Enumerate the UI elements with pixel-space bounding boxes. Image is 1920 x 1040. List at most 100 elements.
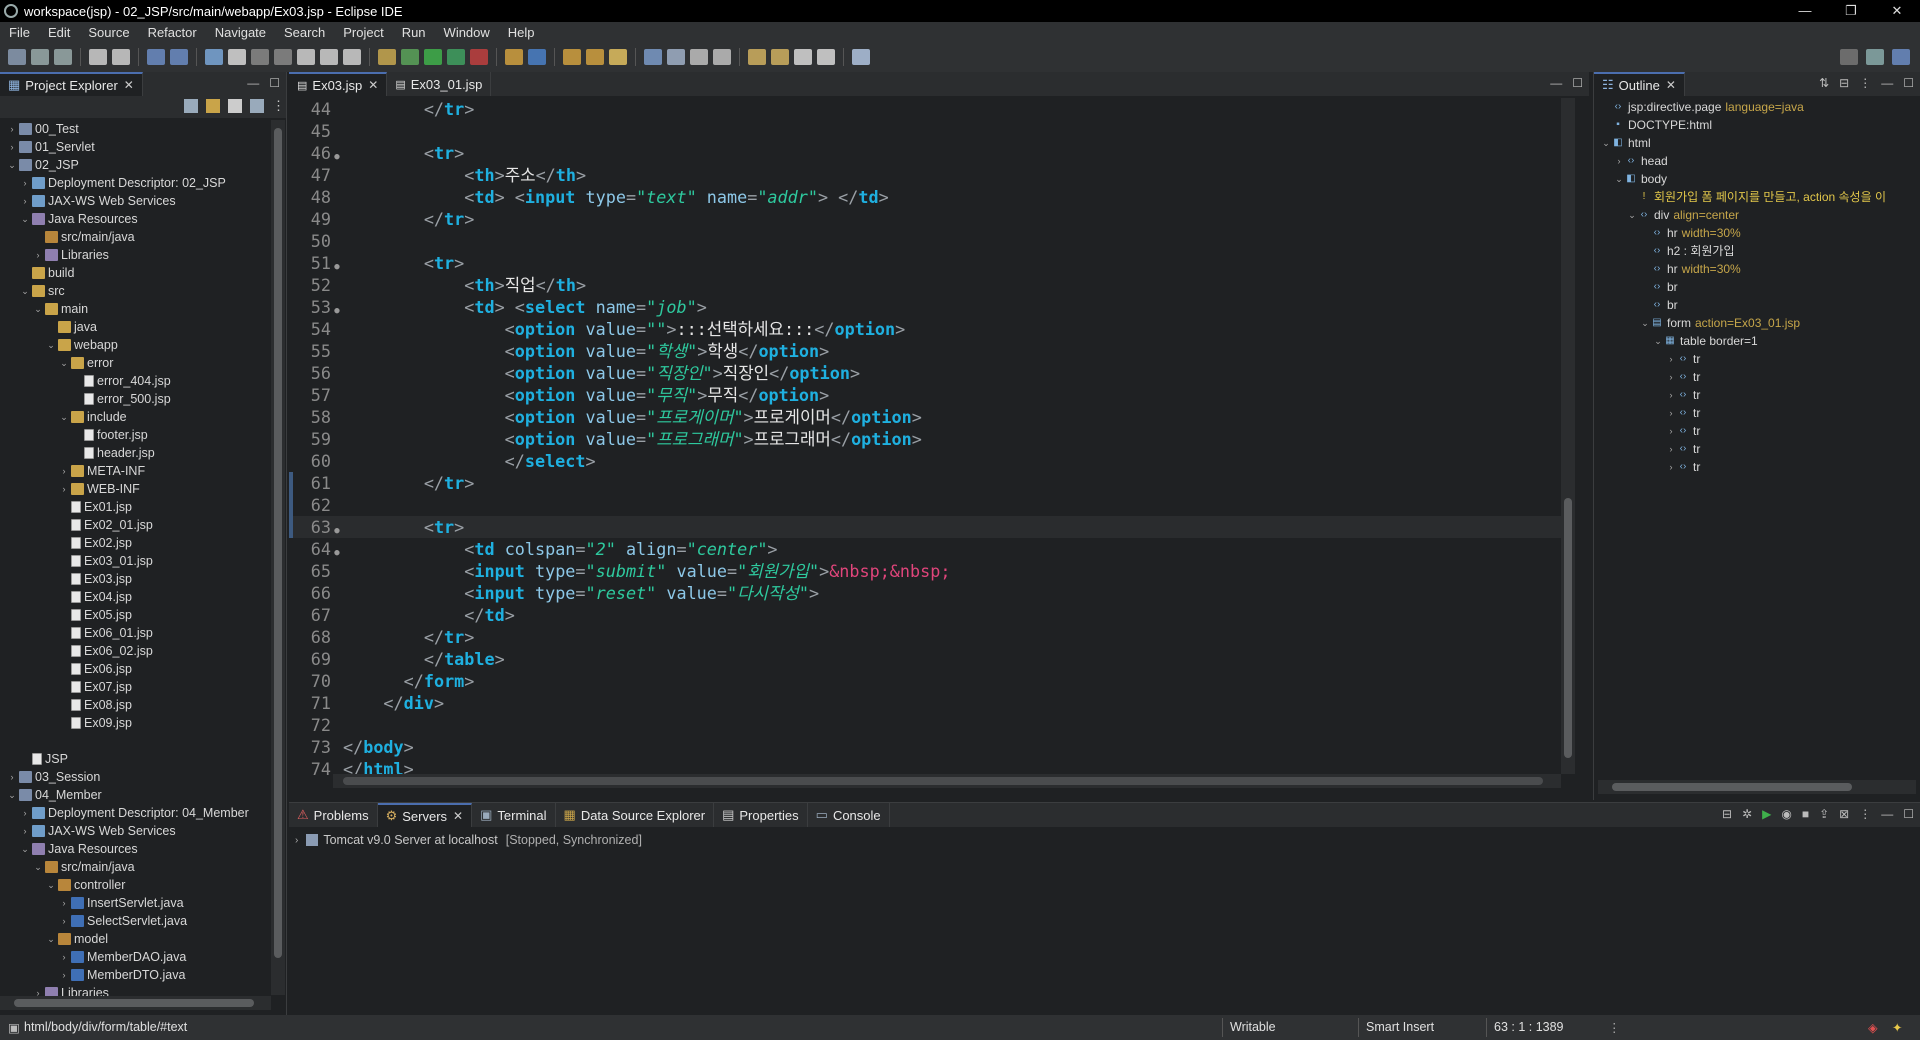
tree-item[interactable]: › SelectServlet.java bbox=[0, 912, 270, 930]
view-menu-icon[interactable]: ⋮ bbox=[1859, 76, 1871, 90]
code-line[interactable]: 50 bbox=[289, 230, 1561, 252]
tree-item[interactable]: ⌄ main bbox=[0, 300, 270, 318]
maximize-view-icon[interactable]: ☐ bbox=[269, 76, 280, 90]
close-icon[interactable]: ✕ bbox=[368, 78, 378, 92]
tree-item[interactable]: › JAX-WS Web Services bbox=[0, 822, 270, 840]
tree-item[interactable]: › Deployment Descriptor: 02_JSP bbox=[0, 174, 270, 192]
terminate-icon[interactable] bbox=[251, 49, 269, 65]
tree-item[interactable]: src/main/java bbox=[0, 228, 270, 246]
tree-item[interactable]: ⌄ model bbox=[0, 930, 270, 948]
start-server-icon[interactable]: ▶ bbox=[1762, 807, 1771, 821]
tree-item[interactable]: ⌄ error bbox=[0, 354, 270, 372]
code-line[interactable]: 69 </table> bbox=[289, 648, 1561, 670]
outline-item[interactable]: › ‹› head bbox=[1594, 152, 1914, 170]
undo-icon[interactable] bbox=[89, 49, 107, 65]
expand-toggle-icon[interactable]: ⌄ bbox=[32, 300, 44, 318]
tree-item[interactable]: error_404.jsp bbox=[0, 372, 270, 390]
outline-item[interactable]: ! 회원가입 폼 페이지를 만들고, action 속성을 이 bbox=[1594, 188, 1914, 206]
outline-item[interactable]: › ‹› tr bbox=[1594, 368, 1914, 386]
tree-item[interactable]: Ex03_01.jsp bbox=[0, 552, 270, 570]
expand-toggle-icon[interactable]: ⌄ bbox=[19, 210, 31, 228]
menu-run[interactable]: Run bbox=[393, 25, 435, 40]
back-icon[interactable] bbox=[748, 49, 766, 65]
tree-item[interactable]: › 01_Servlet bbox=[0, 138, 270, 156]
minimize-view-icon[interactable]: — bbox=[1881, 76, 1893, 90]
menu-search[interactable]: Search bbox=[275, 25, 334, 40]
code-line[interactable]: 63 ● <tr> bbox=[289, 516, 1561, 538]
debug-server-icon[interactable]: ✲ bbox=[1742, 807, 1752, 821]
tree-item[interactable]: › Libraries bbox=[0, 246, 270, 264]
menu-navigate[interactable]: Navigate bbox=[206, 25, 275, 40]
expand-toggle-icon[interactable]: ⌄ bbox=[1600, 134, 1612, 152]
code-line[interactable]: 44 </tr> bbox=[289, 98, 1561, 120]
tab-properties[interactable]: ▤ Properties bbox=[714, 803, 808, 827]
tree-item[interactable]: header.jsp bbox=[0, 444, 270, 462]
tree-item[interactable]: ⌄ src/main/java bbox=[0, 858, 270, 876]
project-explorer-tab[interactable]: ▦ Project Explorer ✕ bbox=[0, 72, 143, 96]
outline-item[interactable]: ⌄ ◧ html bbox=[1594, 134, 1914, 152]
tree-item[interactable]: Ex05.jsp bbox=[0, 606, 270, 624]
new-icon[interactable] bbox=[8, 49, 26, 65]
expand-toggle-icon[interactable]: › bbox=[58, 966, 70, 984]
expand-toggle-icon[interactable]: ⌄ bbox=[19, 840, 31, 858]
tree-item[interactable]: › 00_Test bbox=[0, 120, 270, 138]
expand-toggle-icon[interactable]: › bbox=[19, 822, 31, 840]
outline-item[interactable]: ‹› br bbox=[1594, 296, 1914, 314]
code-line[interactable]: 65 <input type="submit" value="회원가입">&nb… bbox=[289, 560, 1561, 582]
tree-item[interactable]: footer.jsp bbox=[0, 426, 270, 444]
coverage-icon[interactable] bbox=[447, 49, 465, 65]
publish-icon[interactable]: ⇪ bbox=[1819, 807, 1829, 821]
save-icon[interactable] bbox=[31, 49, 49, 65]
tree-item[interactable]: Ex01.jsp bbox=[0, 498, 270, 516]
outline-item[interactable]: ‹› hr width=30% bbox=[1594, 224, 1914, 242]
expand-toggle-icon[interactable]: ⌄ bbox=[6, 156, 18, 174]
last-edit-icon[interactable] bbox=[794, 49, 812, 65]
menu-edit[interactable]: Edit bbox=[39, 25, 79, 40]
expand-toggle-icon[interactable]: ⌄ bbox=[1626, 206, 1638, 224]
resume-icon[interactable] bbox=[205, 49, 223, 65]
code-line[interactable]: 52 <th>직업</th> bbox=[289, 274, 1561, 296]
outline-item[interactable]: › ‹› tr bbox=[1594, 386, 1914, 404]
code-line[interactable]: 60 </select> bbox=[289, 450, 1561, 472]
tree-item[interactable]: Ex08.jsp bbox=[0, 696, 270, 714]
toggle-mark-occurrences-icon[interactable] bbox=[667, 49, 685, 65]
open-perspective-icon[interactable] bbox=[1866, 49, 1884, 65]
tree-item[interactable]: Ex09.jsp bbox=[0, 714, 270, 732]
restore-button[interactable]: ❐ bbox=[1828, 0, 1874, 22]
code-line[interactable]: 59 <option value="프로그래머">프로그래머</option> bbox=[289, 428, 1561, 450]
expand-toggle-icon[interactable]: ⌄ bbox=[45, 336, 57, 354]
outline-horizontal-scrollbar[interactable] bbox=[1598, 780, 1916, 794]
code-line[interactable]: 45 bbox=[289, 120, 1561, 142]
tree-item[interactable]: build bbox=[0, 264, 270, 282]
code-line[interactable]: 66 <input type="reset" value="다시작성"> bbox=[289, 582, 1561, 604]
code-line[interactable]: 47 <th>주소</th> bbox=[289, 164, 1561, 186]
code-line[interactable]: 72 bbox=[289, 714, 1561, 736]
expand-toggle-icon[interactable]: › bbox=[19, 192, 31, 210]
tree-item[interactable]: ⌄ webapp bbox=[0, 336, 270, 354]
tree-item[interactable]: ⌄ controller bbox=[0, 876, 270, 894]
suspend-icon[interactable] bbox=[228, 49, 246, 65]
scroll-thumb[interactable] bbox=[274, 128, 282, 958]
menu-project[interactable]: Project bbox=[334, 25, 392, 40]
pin-editor-icon[interactable] bbox=[852, 49, 870, 65]
expand-toggle-icon[interactable]: › bbox=[58, 912, 70, 930]
outline-item[interactable]: ‹› h2 : 회원가입 bbox=[1594, 242, 1914, 260]
update-icon[interactable]: ◈ bbox=[1868, 1020, 1878, 1035]
tree-item[interactable]: › WEB-INF bbox=[0, 480, 270, 498]
code-editor[interactable]: 44 </tr> 45 46 ● <tr> 47 <th>주소</th> 48 <td> … bbox=[289, 98, 1561, 788]
expand-toggle-icon[interactable]: ⌄ bbox=[1613, 170, 1625, 188]
collapse-all-icon[interactable]: ⊟ bbox=[1722, 807, 1732, 821]
code-line[interactable]: 46 ● <tr> bbox=[289, 142, 1561, 164]
menu-window[interactable]: Window bbox=[435, 25, 499, 40]
tree-item[interactable]: Ex03.jsp bbox=[0, 570, 270, 588]
open-task-icon[interactable] bbox=[586, 49, 604, 65]
expand-toggle-icon[interactable]: › bbox=[19, 804, 31, 822]
code-line[interactable]: 54 <option value="">:::선택하세요:::</option> bbox=[289, 318, 1561, 340]
scroll-thumb[interactable] bbox=[1564, 498, 1572, 758]
code-line[interactable]: 61 </tr> bbox=[289, 472, 1561, 494]
tree-item[interactable]: ⌄ 04_Member bbox=[0, 786, 270, 804]
menu-help[interactable]: Help bbox=[499, 25, 544, 40]
tree-item[interactable]: ⌄ Java Resources bbox=[0, 210, 270, 228]
filter-icon[interactable] bbox=[228, 99, 242, 113]
scroll-thumb[interactable] bbox=[1612, 783, 1852, 791]
